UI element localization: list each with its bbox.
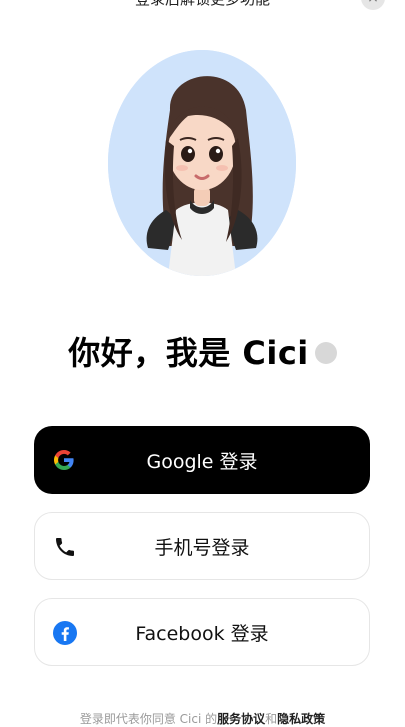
legal-prefix: 登录即代表你同意 Cici 的 [79,712,218,726]
greeting-title: 你好，我是 Cici [0,328,405,374]
terms-link[interactable]: 服务协议 [217,712,265,726]
google-icon [54,450,74,470]
cici-avatar-illustration [108,50,296,276]
facebook-login-button[interactable]: Facebook 登录 [34,598,370,666]
facebook-icon [53,621,77,645]
phone-login-button[interactable]: 手机号登录 [34,512,370,580]
legal-and: 和 [265,712,278,726]
page-header-title: 登录后解锁更多功能 [0,0,405,12]
status-dot [314,342,337,364]
phone-login-label: 手机号登录 [154,536,250,559]
phone-icon [56,538,74,556]
avatar [108,50,296,276]
greeting-text: 你好，我是 Cici [68,334,309,372]
legal-notice: 登录即代表你同意 Cici 的服务协议和隐私政策 [0,710,405,727]
facebook-login-label: Facebook 登录 [135,622,269,645]
privacy-link[interactable]: 隐私政策 [277,712,325,726]
close-icon: × [367,0,379,6]
google-login-button[interactable]: Google 登录 [34,426,370,494]
google-login-label: Google 登录 [146,450,258,473]
